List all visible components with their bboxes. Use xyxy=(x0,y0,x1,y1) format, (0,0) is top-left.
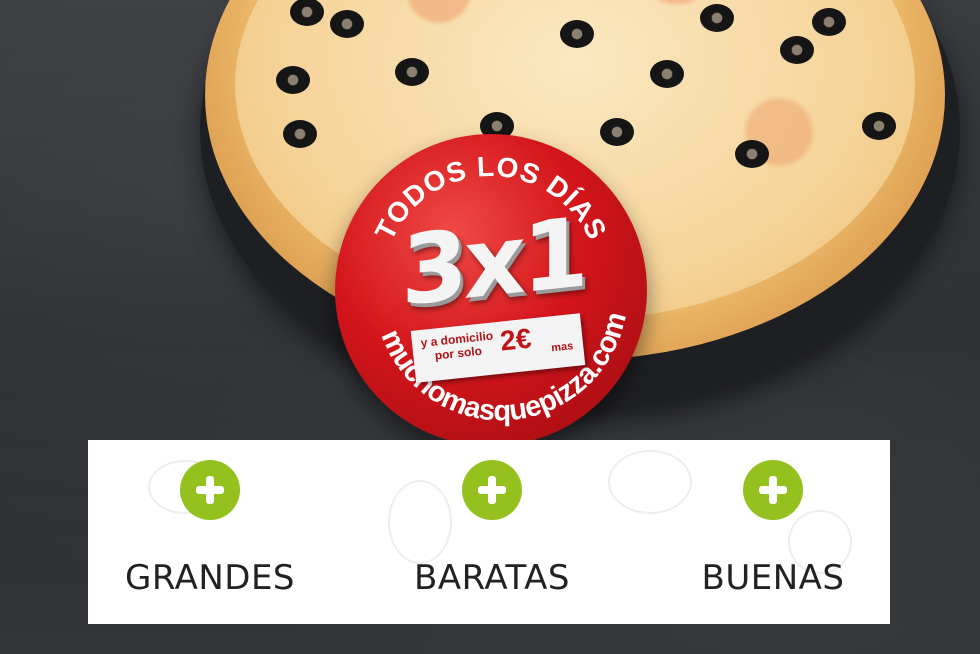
olive-slice xyxy=(330,10,364,38)
olive-slice xyxy=(735,140,769,168)
olive-slice xyxy=(395,58,429,86)
feature-label: BARATAS xyxy=(414,558,570,598)
plus-circle-icon[interactable] xyxy=(180,460,240,520)
promo-delivery-text: y a domicilio por solo xyxy=(419,328,494,363)
olive-slice xyxy=(812,8,846,36)
feature-baratas[interactable]: BARATAS xyxy=(392,440,592,624)
plus-circle-icon[interactable] xyxy=(462,460,522,520)
olive-slice xyxy=(862,112,896,140)
promo-price-suffix: mas xyxy=(550,340,574,355)
promo-badge[interactable]: TODOS LOS DÍAS muchomasquepizza.com 3x1 … xyxy=(335,134,647,446)
olive-slice xyxy=(650,60,684,88)
olive-slice xyxy=(283,120,317,148)
promo-price: 2€ xyxy=(498,322,533,357)
promo-offer: 3x1 xyxy=(401,196,585,328)
plus-circle-icon[interactable] xyxy=(743,460,803,520)
olive-slice xyxy=(780,36,814,64)
features-panel: GRANDES BARATAS BUENAS xyxy=(88,440,890,624)
feature-buenas[interactable]: BUENAS xyxy=(673,440,873,624)
feature-label: GRANDES xyxy=(124,558,296,598)
feature-grandes[interactable]: GRANDES xyxy=(110,440,310,624)
olive-slice xyxy=(700,4,734,32)
olive-slice xyxy=(560,20,594,48)
feature-label: BUENAS xyxy=(701,558,845,598)
olive-slice xyxy=(276,66,310,94)
